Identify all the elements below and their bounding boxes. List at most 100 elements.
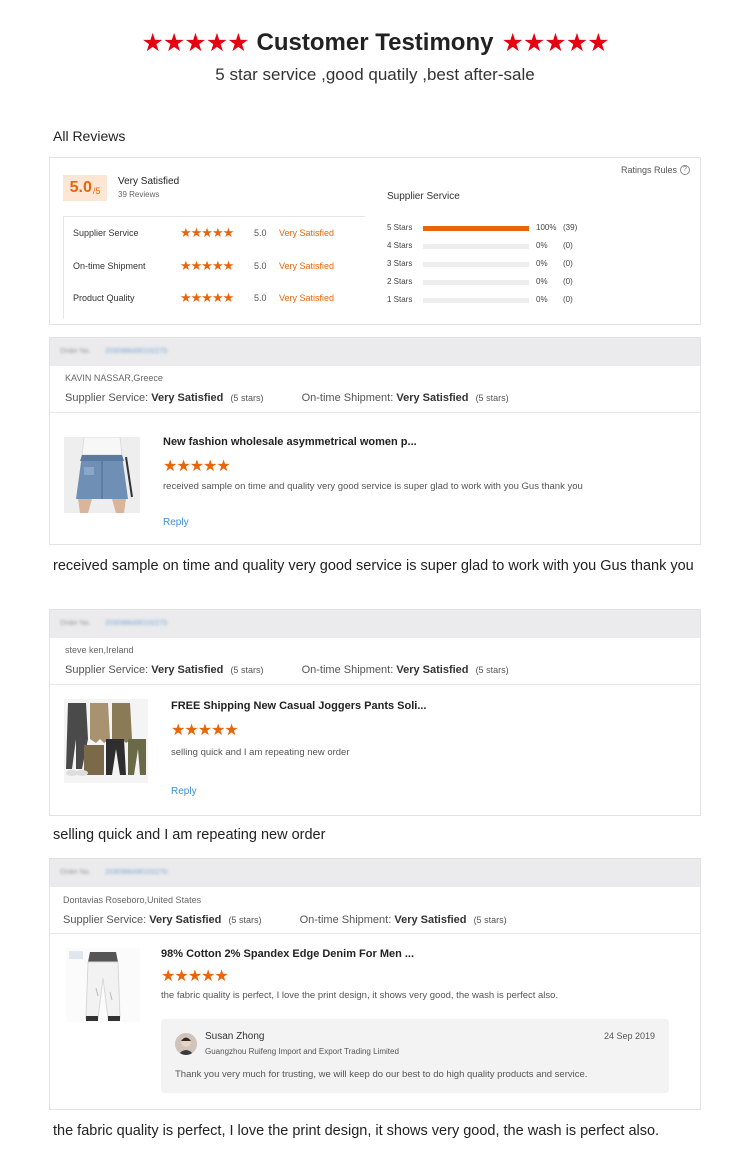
denim-skirt-image — [64, 437, 140, 513]
metric-label: Product Quality — [73, 293, 135, 303]
review-meta: Supplier Service: Very Satisfied (5 star… — [63, 914, 507, 926]
product-title[interactable]: 98% Cotton 2% Spandex Edge Denim For Men… — [161, 948, 414, 960]
breakdown-bar — [423, 244, 529, 249]
breakdown-percent: 0% — [536, 241, 548, 250]
reply-message: Thank you very much for trusting, we wil… — [175, 1069, 588, 1080]
breakdown-count: (39) — [563, 223, 578, 232]
review-count: 39 Reviews — [118, 190, 160, 199]
order-number[interactable]: 2030986490102270 — [105, 348, 167, 355]
review-meta: Supplier Service: Very Satisfied (5 star… — [65, 664, 509, 676]
supplier-value: Very Satisfied — [151, 392, 224, 404]
product-thumbnail[interactable] — [64, 437, 140, 513]
shipment-label: On-time Shipment: — [301, 664, 394, 676]
review-caption: received sample on time and quality very… — [53, 558, 694, 574]
order-number[interactable]: 2030986490102270 — [105, 869, 167, 876]
shipment-stars: (5 stars) — [475, 665, 509, 675]
shipment-stars: (5 stars) — [475, 393, 509, 403]
help-icon: ? — [680, 165, 690, 175]
breakdown-row: 3 Stars 0% (0) — [387, 257, 607, 271]
metric-text: Very Satisfied — [279, 228, 335, 238]
supplier-label: Supplier Service: — [63, 914, 147, 926]
order-label: Order No. — [60, 348, 91, 355]
breakdown-count: (0) — [563, 277, 573, 286]
shipment-label: On-time Shipment: — [301, 392, 394, 404]
person-avatar-icon — [175, 1033, 197, 1055]
breakdown-percent: 100% — [536, 223, 557, 232]
shipment-value: Very Satisfied — [396, 664, 469, 676]
review-text: received sample on time and quality very… — [163, 481, 583, 492]
buyer-name: steve ken,Ireland — [65, 645, 134, 655]
shipment-value: Very Satisfied — [396, 392, 469, 404]
review-caption: selling quick and I am repeating new ord… — [53, 827, 326, 843]
breakdown-percent: 0% — [536, 277, 548, 286]
breakdown-row: 4 Stars 0% (0) — [387, 239, 607, 253]
reply-link[interactable]: Reply — [171, 786, 197, 797]
supplier-label: Supplier Service: — [65, 392, 149, 404]
metric-stars-icon: ★★★★★ — [180, 225, 234, 240]
review-text: selling quick and I am repeating new ord… — [171, 747, 350, 758]
breakdown-bar — [423, 226, 529, 231]
shipment-value: Very Satisfied — [394, 914, 467, 926]
breakdown-row: 2 Stars 0% (0) — [387, 275, 607, 289]
breakdown-label: 3 Stars — [387, 259, 413, 268]
reply-date: 24 Sep 2019 — [603, 1031, 655, 1041]
reply-link[interactable]: Reply — [163, 517, 189, 528]
page-subtitle: 5 star service ,good quatily ,best after… — [215, 65, 535, 84]
order-number[interactable]: 2030986490102270 — [105, 620, 167, 627]
supplier-value: Very Satisfied — [149, 914, 222, 926]
product-title[interactable]: New fashion wholesale asymmetrical women… — [163, 436, 417, 448]
breakdown-count: (0) — [563, 241, 573, 250]
review-text: the fabric quality is perfect, I love th… — [161, 990, 559, 1001]
overall-score-value: 5.0 — [69, 179, 92, 196]
product-title[interactable]: FREE Shipping New Casual Joggers Pants S… — [171, 700, 427, 712]
breakdown-label: 1 Stars — [387, 295, 413, 304]
review-card: Order No. 2030986490102270 Dontavias Ros… — [49, 858, 701, 1110]
seller-reply: Susan Zhong Guangzhou Ruifeng Import and… — [161, 1019, 669, 1093]
buyer-name: Dontavias Roseboro,United States — [63, 895, 202, 905]
shipment-stars: (5 stars) — [473, 915, 507, 925]
breakdown-count: (0) — [563, 259, 573, 268]
overall-score: 5.0/5 — [63, 175, 107, 201]
breakdown-bar — [423, 280, 529, 285]
review-stars-icon: ★★★★★ — [161, 968, 229, 985]
metric-text: Very Satisfied — [279, 261, 335, 271]
metric-row: Product Quality ★★★★★ 5.0 Very Satisfied — [64, 288, 366, 308]
seller-name: Susan Zhong — [205, 1031, 265, 1042]
breakdown-label: 5 Stars — [387, 223, 413, 232]
breakdown-label: 4 Stars — [387, 241, 413, 250]
page-title: Customer Testimony — [256, 29, 494, 56]
overall-score-suffix: /5 — [92, 186, 101, 196]
metric-value: 5.0 — [254, 261, 267, 271]
metric-text: Very Satisfied — [279, 293, 335, 303]
breakdown-percent: 0% — [536, 295, 548, 304]
metric-row: Supplier Service ★★★★★ 5.0 Very Satisfie… — [64, 223, 366, 243]
supplier-stars: (5 stars) — [228, 915, 262, 925]
title-stars-left-icon: ★★★★★ — [141, 28, 249, 57]
metric-row: On-time Shipment ★★★★★ 5.0 Very Satisfie… — [64, 256, 366, 276]
product-thumbnail[interactable] — [66, 948, 140, 1022]
supplier-label: Supplier Service: — [65, 664, 149, 676]
title-stars-right-icon: ★★★★★ — [501, 28, 609, 57]
divider — [50, 412, 700, 413]
review-card: Order No. 2030986490102270 KAVIN NASSAR,… — [49, 337, 701, 545]
breakdown-row: 5 Stars 100% (39) — [387, 221, 607, 235]
metric-label: On-time Shipment — [73, 261, 146, 271]
breakdown-bar — [423, 262, 529, 267]
review-stars-icon: ★★★★★ — [163, 458, 231, 475]
metric-stars-icon: ★★★★★ — [180, 290, 234, 305]
all-reviews-heading: All Reviews — [53, 128, 126, 144]
order-bar: Order No. 2030986490102270 — [50, 610, 700, 638]
metric-label: Supplier Service — [73, 228, 139, 238]
white-jeans-image — [66, 948, 140, 1022]
product-thumbnail[interactable] — [64, 699, 148, 783]
review-caption: the fabric quality is perfect, I love th… — [53, 1123, 660, 1139]
breakdown-label: 2 Stars — [387, 277, 413, 286]
seller-avatar — [175, 1033, 197, 1055]
metric-list: Supplier Service ★★★★★ 5.0 Very Satisfie… — [63, 216, 365, 319]
ratings-rules-link[interactable]: Ratings Rules ? — [621, 165, 690, 175]
order-bar: Order No. 2030986490102270 — [50, 338, 700, 366]
joggers-image — [64, 699, 148, 783]
shipment-label: On-time Shipment: — [299, 914, 392, 926]
buyer-name: KAVIN NASSAR,Greece — [65, 373, 163, 383]
breakdown-row: 1 Stars 0% (0) — [387, 293, 607, 307]
